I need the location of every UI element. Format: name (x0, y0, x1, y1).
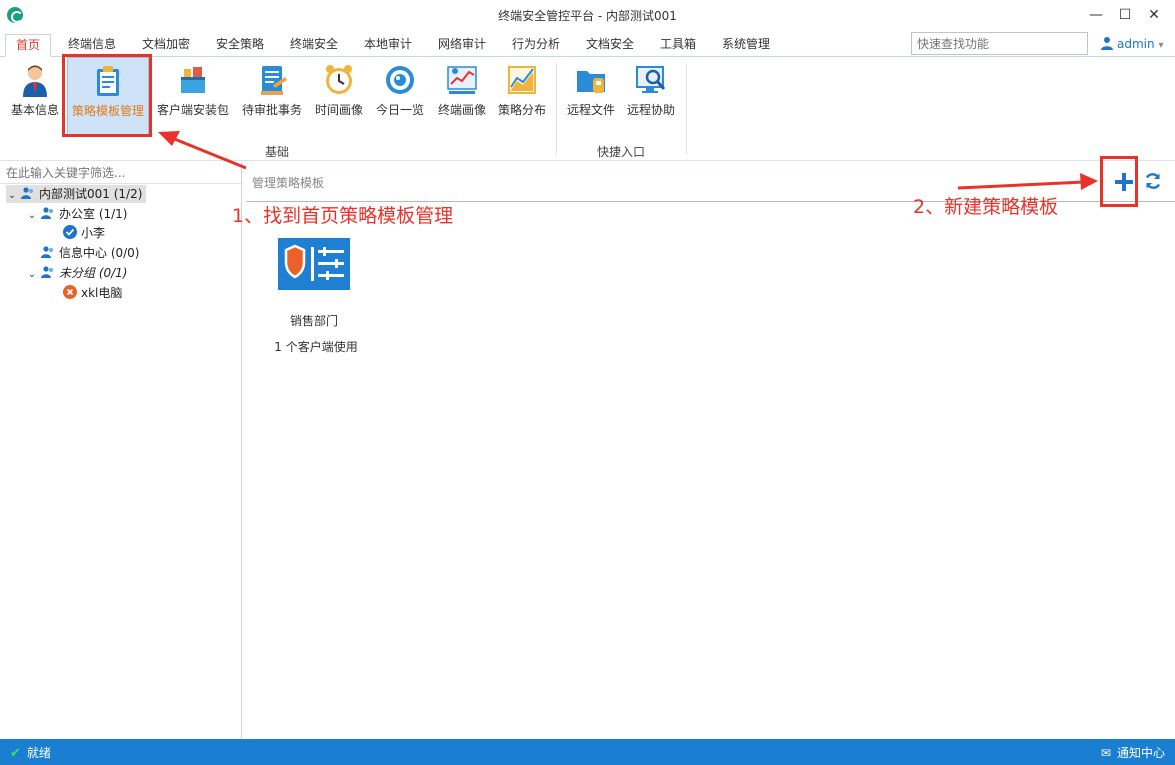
ribbon-label: 终端画像 (437, 103, 486, 117)
user-menu[interactable]: admin ▾ (1100, 35, 1163, 53)
tab-doc-security[interactable]: 文档安全 (576, 34, 644, 57)
policy-template-card[interactable]: 销售部门 1 个客户端使用 (264, 234, 364, 364)
group-icon (41, 207, 53, 219)
minimize-button[interactable]: — (1083, 4, 1109, 26)
ribbon-terminal-profile[interactable]: 终端画像 (434, 57, 490, 135)
tree-node-root[interactable]: ⌄ 内部测试001 (1/2) (6, 185, 147, 205)
remote-assist-icon (636, 66, 666, 93)
ribbon-label: 策略分布 (497, 103, 546, 117)
approval-icon (261, 66, 287, 95)
ribbon-group-basic: 基础 (265, 145, 290, 159)
tree-node-ungrouped[interactable]: ⌄ 未分组 (0/1) (26, 264, 128, 282)
person-icon (23, 65, 47, 97)
ribbon-separator (556, 63, 557, 155)
device-tree-panel: ⌄内部测试001 (1/2) ⌄办公室 (1/1) 小李 信息中心 (0/0) … (0, 162, 242, 739)
offline-x-icon (63, 285, 77, 299)
maximize-button[interactable]: ☐ (1112, 4, 1138, 26)
window-title: 终端安全管控平台 - 内部测试001 (498, 9, 677, 23)
online-check-icon (63, 225, 77, 239)
user-name: admin (1117, 37, 1155, 51)
ribbon-client-installer[interactable]: 客户端安装包 (153, 57, 233, 135)
check-icon: ✔ (10, 746, 21, 761)
notification-center-button[interactable]: ✉ 通知中心 (1101, 744, 1165, 761)
tree-node-office[interactable]: ⌄ 办公室 (1/1) (26, 205, 128, 223)
tab-system-management[interactable]: 系统管理 (712, 34, 780, 57)
user-caret-icon: ▾ (1158, 40, 1164, 51)
remote-file-icon (577, 71, 605, 93)
status-bar: ✔ 就绪 ✉ 通知中心 (0, 739, 1175, 765)
policy-shield-icon (278, 238, 350, 290)
refresh-button[interactable] (1144, 172, 1162, 190)
group-icon (21, 187, 33, 199)
ribbon-group-quick: 快捷入口 (597, 145, 646, 159)
ribbon-pending-approval[interactable]: 待审批事务 (238, 57, 306, 135)
main-panel: 管理策略模板 销售部门 1 个客户端使用 (246, 162, 1175, 739)
tab-security-policy[interactable]: 安全策略 (206, 34, 274, 57)
chevron-down-icon[interactable]: ⌄ (26, 207, 38, 225)
ribbon-label: 时间画像 (314, 103, 363, 117)
profile-chart-icon (447, 66, 477, 94)
tree-node-label: 未分组 (0/1) (59, 266, 128, 280)
annotation-step2: 2、新建策略模板 (913, 196, 1059, 218)
status-text: 就绪 (26, 746, 51, 760)
tab-behavior-analysis[interactable]: 行为分析 (502, 34, 570, 57)
annotation-highlight-box-ribbon (62, 54, 152, 137)
ribbon-label: 远程协助 (626, 103, 675, 117)
status-ready: ✔ 就绪 (10, 744, 51, 761)
eye-icon (386, 66, 414, 94)
package-icon (181, 67, 205, 93)
ribbon-remote-assist[interactable]: 远程协助 (622, 57, 680, 135)
tab-toolbox[interactable]: 工具箱 (650, 34, 706, 57)
annotation-step1: 1、找到首页策略模板管理 (232, 205, 454, 227)
ribbon-label: 客户端安装包 (156, 103, 229, 117)
tree-node-label: 信息中心 (0/0) (59, 246, 140, 260)
tree-node-xkl-pc[interactable]: xkl电脑 (60, 284, 122, 302)
ribbon-separator (686, 63, 687, 155)
group-icon (41, 266, 53, 278)
close-button[interactable]: ✕ (1141, 4, 1167, 26)
ribbon-policy-distribution[interactable]: 策略分布 (494, 57, 550, 135)
tree-node-label: 办公室 (1/1) (59, 207, 128, 221)
ribbon-today-overview[interactable]: 今日一览 (372, 57, 428, 135)
tree-node-xiaoli[interactable]: 小李 (60, 224, 105, 242)
ribbon-remote-file[interactable]: 远程文件 (562, 57, 620, 135)
chevron-down-icon[interactable]: ⌄ (26, 266, 38, 284)
ribbon: 基本信息 策略模板管理 客户端安装包 待审批事务 时间画像 今日一览 终端画像 … (0, 57, 1175, 161)
notification-center-label: 通知中心 (1116, 746, 1165, 760)
card-title: 销售部门 (289, 314, 338, 328)
tab-local-audit[interactable]: 本地审计 (354, 34, 422, 57)
clock-icon (326, 65, 352, 94)
quick-search-input[interactable] (912, 33, 1087, 54)
page-title: 管理策略模板 (252, 176, 325, 190)
tab-network-audit[interactable]: 网络审计 (428, 34, 496, 57)
tree-node-label: 小李 (81, 226, 106, 240)
tree-node-info-center[interactable]: 信息中心 (0/0) (38, 244, 140, 262)
ribbon-basic-info[interactable]: 基本信息 (6, 57, 64, 135)
tree-filter-box[interactable] (0, 162, 241, 184)
mail-icon: ✉ (1100, 746, 1111, 760)
quick-search-box[interactable] (911, 32, 1088, 55)
card-usage-count: 1 个客户端使用 (274, 340, 358, 354)
distribution-chart-icon (508, 66, 536, 94)
ribbon-label: 今日一览 (375, 103, 424, 117)
ribbon-label: 基本信息 (10, 103, 59, 117)
title-bar: 终端安全管控平台 - 内部测试001 — ☐ ✕ (0, 0, 1175, 31)
annotation-highlight-box-add (1100, 156, 1138, 207)
group-icon (41, 246, 53, 258)
ribbon-label: 远程文件 (566, 103, 615, 117)
ribbon-time-profile[interactable]: 时间画像 (310, 57, 368, 135)
tab-home[interactable]: 首页 (5, 34, 52, 57)
ribbon-label: 待审批事务 (241, 103, 302, 117)
tree-node-label: 内部测试001 (1/2) (39, 187, 143, 201)
user-icon (1101, 37, 1113, 50)
tab-terminal-security[interactable]: 终端安全 (280, 34, 348, 57)
tree-filter-input[interactable] (0, 162, 241, 183)
chevron-down-icon[interactable]: ⌄ (6, 187, 18, 205)
tree-node-label: xkl电脑 (81, 286, 123, 300)
